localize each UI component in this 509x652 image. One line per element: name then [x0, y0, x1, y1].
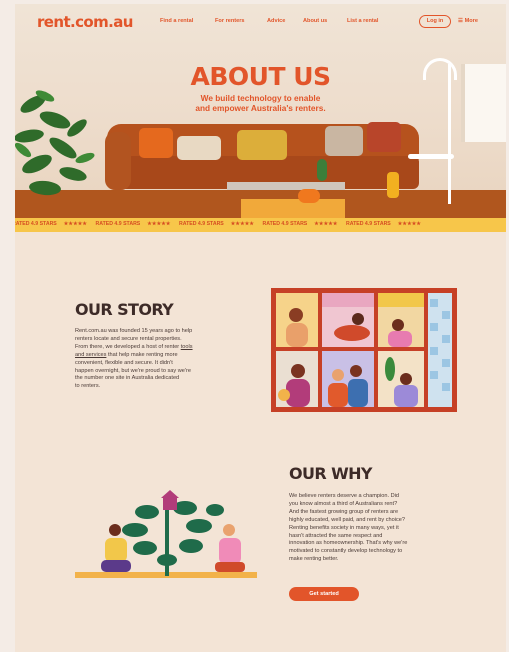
coffee-table-image — [227, 182, 345, 190]
why-line: innovation as homeownership. That's why … — [289, 540, 408, 547]
story-line: renters locate and secure rental propert… — [75, 335, 182, 342]
story-line-text: From there, we developed a host of rente… — [75, 343, 181, 350]
pillow-image — [177, 136, 221, 160]
nav-about-us[interactable]: About us — [303, 18, 327, 24]
pillow-image — [237, 130, 287, 160]
ratings-strip-track: RATED 4.9 STARS ★★★★★ RATED 4.9 STARS ★★★★… — [15, 221, 428, 227]
story-line: the number one site in Australia dedicat… — [75, 375, 180, 382]
plant-care-illustration — [75, 490, 257, 578]
hero-subtitle-line: and empower Australia's renters. — [195, 103, 326, 113]
tools-link[interactable]: tools — [181, 344, 193, 350]
hero-subtitle-line: We build technology to enable — [200, 93, 321, 103]
why-line: motivated to constantly develop technolo… — [289, 548, 403, 555]
get-started-button[interactable]: Get started — [289, 587, 359, 601]
story-line: happen overnight, but we're proud to say… — [75, 367, 191, 374]
rating-text: RATED 4.9 STARS — [262, 221, 308, 227]
story-line-text: that help make renting more — [106, 351, 178, 358]
why-line: And the fastest growing group of renters… — [289, 508, 399, 515]
illustration-panel — [276, 293, 318, 347]
why-line: highly educated, well paid, and rent by … — [289, 516, 405, 523]
nav-advice[interactable]: Advice — [267, 18, 285, 24]
our-story-text: Rent.com.au was founded 15 years ago to … — [75, 328, 193, 391]
illustration-panel — [378, 351, 424, 407]
illustration-panel — [428, 293, 452, 407]
our-why-text: We believe renters deserve a champion. D… — [289, 493, 407, 564]
story-line: to renters. — [75, 383, 101, 390]
side-table-image — [408, 154, 454, 159]
rating-text: RATED 4.9 STARS — [95, 221, 141, 227]
hero-rug — [241, 199, 345, 218]
why-line: make renting better. — [289, 556, 339, 563]
about-page: ABOUT US We build technology to enable a… — [15, 4, 506, 652]
sofa-arm-image — [105, 132, 131, 190]
why-line: We believe renters deserve a champion. D… — [289, 493, 399, 499]
rating-stars: ★★★★★ — [147, 221, 171, 227]
story-line: and services that help make renting more — [75, 352, 193, 360]
why-line: you know almost a third of Australians r… — [289, 500, 398, 507]
yellow-vase-image — [387, 172, 399, 198]
page-title: ABOUT US — [190, 62, 331, 91]
our-why-heading: OUR WHY — [289, 464, 373, 483]
nav-for-renters[interactable]: For renters — [215, 18, 245, 24]
nav-find-a-rental[interactable]: Find a rental — [160, 18, 193, 24]
more-menu-button[interactable]: ☰ More — [458, 18, 478, 24]
rating-stars: ★★★★★ — [397, 221, 422, 227]
pillow-image — [325, 126, 363, 156]
rating-stars: ★★★★★ — [63, 221, 88, 227]
pillow-image — [139, 128, 173, 158]
illustration-panel — [276, 351, 318, 407]
services-link[interactable]: and services — [75, 352, 106, 358]
illustration-panel — [322, 351, 374, 407]
rating-text: RATED 4.9 STARS — [15, 221, 57, 227]
illustration-panel — [322, 293, 374, 347]
rating-text: RATED 4.9 STARS — [179, 221, 224, 227]
hero-subtitle: We build technology to enable and empowe… — [15, 93, 506, 113]
rating-stars: ★★★★★ — [314, 221, 338, 227]
rating-stars: ★★★★★ — [230, 221, 255, 227]
logo[interactable]: rent.com.au — [37, 13, 133, 31]
why-line: hasn't attracted the same respect and — [289, 532, 383, 539]
site-header: rent.com.au Find a rental For renters Ad… — [15, 4, 506, 40]
rating-text: RATED 4.9 STARS — [346, 221, 391, 227]
our-story-heading: OUR STORY — [75, 300, 174, 319]
fruit-bowl-image — [298, 189, 320, 203]
flower-vase-image — [317, 159, 327, 181]
illustration-panel — [378, 293, 424, 347]
pillow-image — [367, 122, 401, 152]
nav-list-a-rental[interactable]: List a rental — [347, 18, 378, 24]
story-line: Rent.com.au was founded 15 years ago to … — [75, 328, 193, 334]
renters-illustration — [271, 288, 457, 412]
login-button[interactable]: Log in — [419, 15, 451, 28]
story-line: From there, we developed a host of rente… — [75, 344, 193, 352]
why-line: Renting benefits society in many ways, y… — [289, 524, 399, 531]
ratings-strip: RATED 4.9 STARS ★★★★★ RATED 4.9 STARS ★★★★… — [15, 218, 506, 232]
story-line: convenient, flexible and secure. It didn… — [75, 359, 173, 366]
